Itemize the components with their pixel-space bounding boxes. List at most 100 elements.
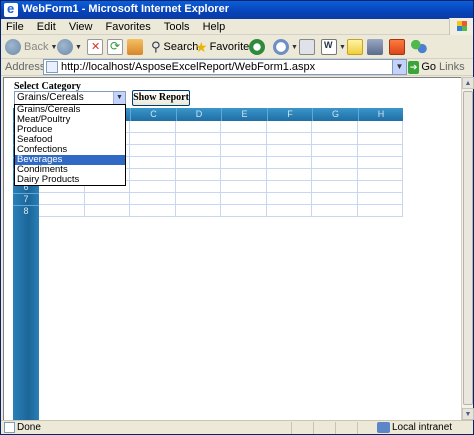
sheet-cell[interactable] [175,133,221,145]
research-button[interactable] [367,38,383,56]
title-bar[interactable]: WebForm1 - Microsoft Internet Explorer [1,1,473,19]
sheet-cell[interactable] [266,121,312,133]
edit-dropdown-icon[interactable]: ▼ [339,44,346,51]
sheet-cell[interactable] [221,169,267,181]
sheet-cell[interactable] [312,205,358,217]
forward-button[interactable]: ▼ [57,38,82,56]
sheet-cell[interactable] [130,169,176,181]
links-button[interactable]: Links [439,61,465,73]
column-header[interactable]: E [221,108,267,121]
sheet-cell[interactable] [312,181,358,193]
sheet-cell[interactable] [221,157,267,169]
sheet-cell[interactable] [175,157,221,169]
menu-help[interactable]: Help [198,19,231,33]
sheet-cell[interactable] [130,205,176,217]
sheet-cell[interactable] [266,181,312,193]
sheet-cell[interactable] [312,133,358,145]
history-button[interactable] [249,38,265,56]
sheet-cell[interactable] [357,145,403,157]
column-header[interactable]: D [176,108,221,121]
messenger-button[interactable] [411,38,427,56]
edit-button[interactable]: W ▼ [321,38,346,56]
sheet-cell[interactable] [312,169,358,181]
toolbar: Back ▼ ▼ ✕ ⟳ ⚲ Search ★ Favorites ▼ W ▼ [1,35,473,59]
favorites-button[interactable]: ★ Favorites [195,38,255,56]
sheet-cell[interactable] [221,145,267,157]
sheet-cell[interactable] [175,205,221,217]
sheet-cell[interactable] [266,133,312,145]
row-header[interactable]: 8 [13,205,39,216]
category-select[interactable]: Grains/Cereals ▼ [14,91,126,105]
sheet-cell[interactable] [357,157,403,169]
scroll-thumb[interactable] [463,91,473,405]
scroll-down-icon[interactable]: ▼ [462,408,474,420]
sheet-cell[interactable] [312,121,358,133]
category-option[interactable]: Dairy Products [15,175,125,185]
sheet-cell[interactable] [266,145,312,157]
sheet-cell[interactable] [175,145,221,157]
sheet-cell[interactable] [221,193,267,205]
column-header[interactable]: F [267,108,312,121]
mail-button[interactable]: ▼ [273,38,298,56]
sheet-cell[interactable] [221,205,267,217]
sheet-cell[interactable] [221,181,267,193]
sheet-cell[interactable] [175,169,221,181]
menu-file[interactable]: File [1,19,29,33]
sheet-cell[interactable] [357,205,403,217]
sheet-cell[interactable] [357,133,403,145]
menu-edit[interactable]: Edit [32,19,61,33]
sheet-cell[interactable] [130,181,176,193]
sheet-cell[interactable] [266,193,312,205]
sheet-cell[interactable] [84,205,130,217]
print-button[interactable] [299,38,315,56]
discuss-button[interactable] [347,38,363,56]
scroll-up-icon[interactable]: ▲ [462,77,474,89]
sheet-cell[interactable] [175,193,221,205]
sheet-cell[interactable] [175,181,221,193]
sheet-cell[interactable] [357,193,403,205]
page-icon [46,61,58,73]
go-button[interactable]: ➔ Go [408,59,436,75]
sheet-cell[interactable] [357,169,403,181]
sheet-cell[interactable] [130,157,176,169]
home-button[interactable] [127,38,143,56]
sheet-cell[interactable] [130,121,176,133]
show-report-button[interactable]: Show Report [132,90,190,106]
sheet-cell[interactable] [39,193,85,205]
sheet-cell[interactable] [221,133,267,145]
sheet-cell[interactable] [357,121,403,133]
column-header[interactable]: H [358,108,403,121]
menu-view[interactable]: View [64,19,98,33]
chevron-down-icon[interactable]: ▼ [113,92,125,104]
sheet-cell[interactable] [266,157,312,169]
column-header[interactable]: G [312,108,358,121]
address-input[interactable]: http://localhost/AsposeExcelReport/WebFo… [43,59,407,75]
sheet-cell[interactable] [357,181,403,193]
row-header[interactable]: 7 [13,193,39,204]
sheet-cell[interactable] [312,145,358,157]
sheet-cell[interactable] [130,133,176,145]
sheet-cell[interactable] [130,193,176,205]
sheet-cell[interactable] [312,193,358,205]
back-button[interactable]: Back ▼ [5,38,57,56]
sheet-cell[interactable] [84,193,130,205]
forward-dropdown-icon[interactable]: ▼ [75,44,82,51]
sheet-cell[interactable] [221,121,267,133]
sheet-cell[interactable] [39,205,85,217]
menu-tools[interactable]: Tools [159,19,195,33]
sheet-cell[interactable] [175,121,221,133]
menu-favorites[interactable]: Favorites [101,19,156,33]
refresh-button[interactable]: ⟳ [107,38,123,56]
sheet-cell[interactable] [266,205,312,217]
sheet-cell[interactable] [312,157,358,169]
address-dropdown-icon[interactable]: ▼ [392,60,406,74]
mail-dropdown-icon[interactable]: ▼ [291,44,298,51]
addon-button[interactable] [389,38,405,56]
vertical-scrollbar[interactable]: ▲ ▼ [461,77,474,420]
column-header[interactable]: C [130,108,176,121]
search-button[interactable]: ⚲ Search [151,38,198,56]
sheet-cell[interactable] [130,145,176,157]
stop-button[interactable]: ✕ [87,38,103,56]
address-url[interactable]: http://localhost/AsposeExcelReport/WebFo… [61,61,315,73]
sheet-cell[interactable] [266,169,312,181]
